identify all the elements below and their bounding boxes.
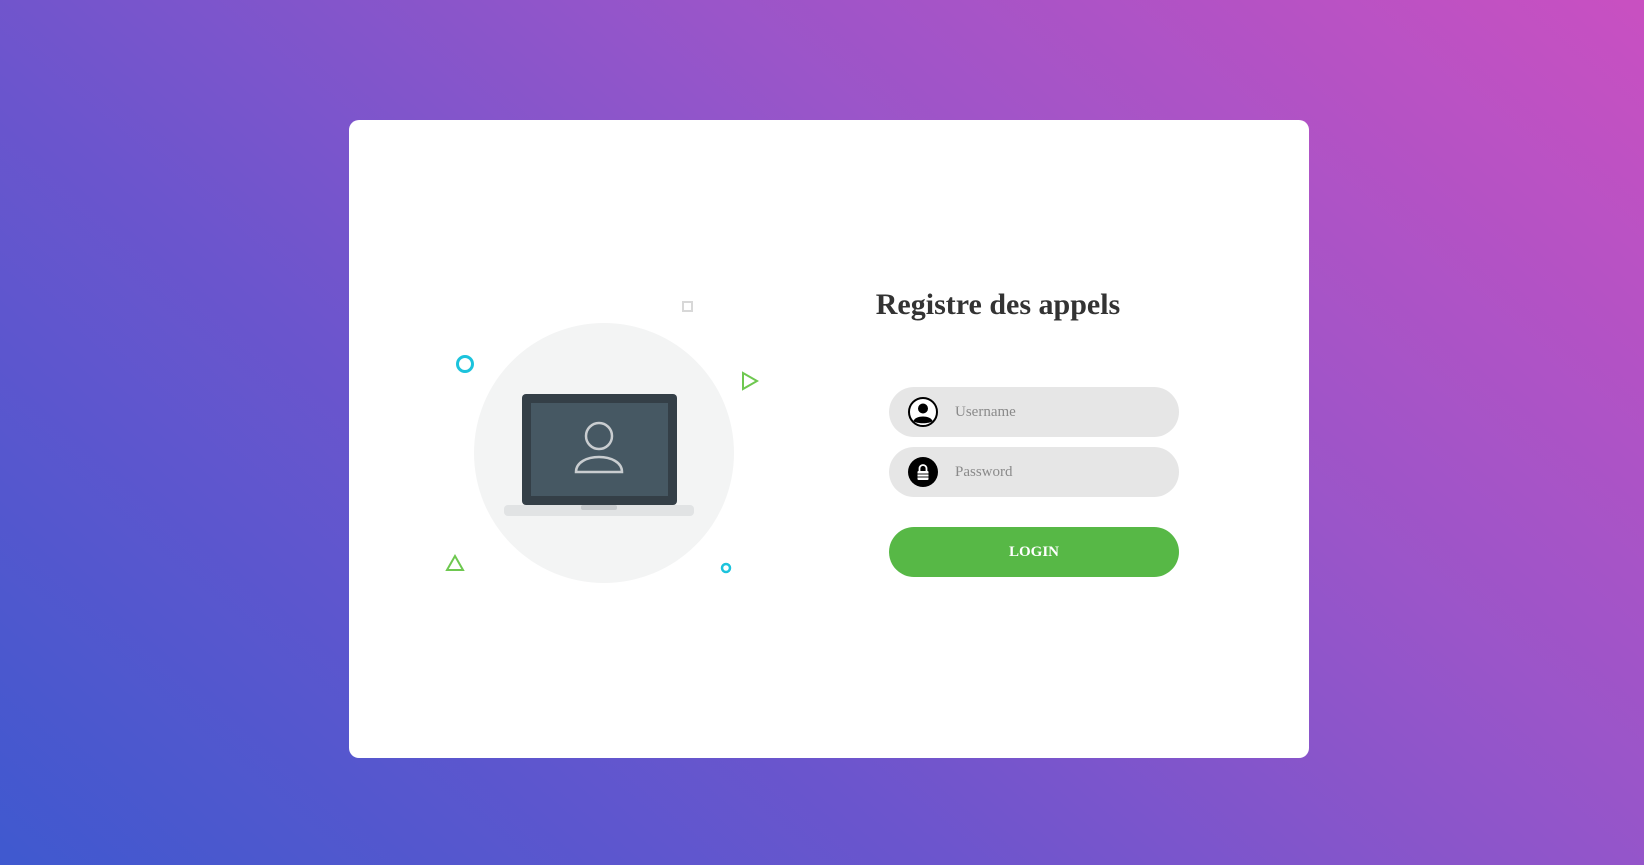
login-button[interactable]: LOGIN: [889, 527, 1179, 577]
square-outline-icon: [682, 301, 693, 312]
login-illustration: [445, 301, 760, 583]
username-input[interactable]: [955, 387, 1155, 437]
user-circle-icon: [908, 397, 938, 427]
login-card: Registre des appels LOGIN: [349, 120, 1309, 758]
password-input[interactable]: [955, 447, 1155, 497]
laptop-notch: [581, 505, 617, 510]
circle-outline-icon: [456, 355, 474, 373]
page-title: Registre des appels: [875, 288, 1121, 321]
username-field[interactable]: [889, 387, 1179, 437]
triangle-up-icon: [445, 553, 465, 571]
triangle-right-icon: [742, 371, 760, 391]
password-field[interactable]: [889, 447, 1179, 497]
lock-icon: [908, 457, 938, 487]
small-circle-icon: [720, 562, 732, 574]
